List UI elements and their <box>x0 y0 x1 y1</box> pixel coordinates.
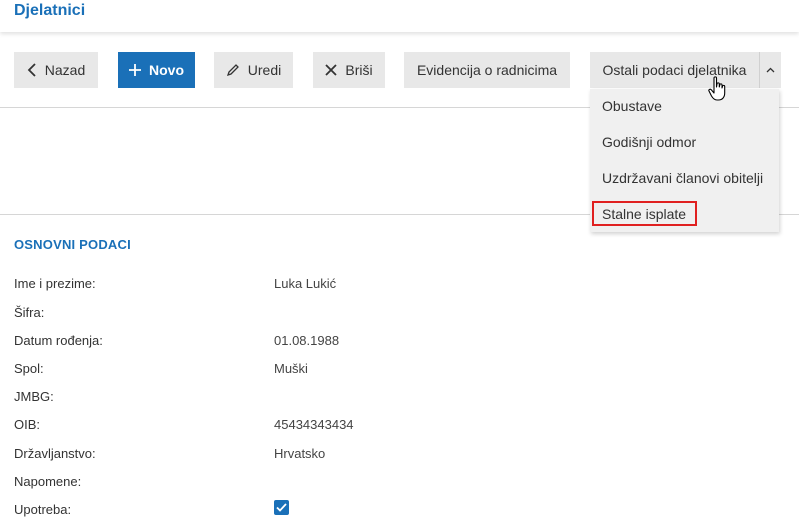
check-icon <box>276 503 287 512</box>
field-label: Upotreba: <box>14 502 72 517</box>
dropdown-item-godisnji-odmor[interactable]: Godišnji odmor <box>602 133 696 151</box>
pencil-icon <box>226 64 239 77</box>
new-button[interactable]: Novo <box>118 52 195 88</box>
page-header: Djelatnici <box>0 0 799 32</box>
employee-records-button[interactable]: Evidencija o radnicima <box>404 52 570 88</box>
chevron-left-icon <box>27 63 36 77</box>
plus-icon <box>129 64 141 76</box>
employee-records-label: Evidencija o radnicima <box>416 62 558 78</box>
field-label: Šifra: <box>14 305 45 320</box>
field-label: Spol: <box>14 361 44 376</box>
page-title: Djelatnici <box>14 2 86 19</box>
field-value: Luka Lukić <box>274 276 337 291</box>
chevron-up-icon <box>766 67 775 73</box>
field-label: OIB: <box>14 417 41 432</box>
dropdown-item-obustave[interactable]: Obustave <box>602 97 662 115</box>
highlight-box <box>592 201 697 226</box>
field-label: JMBG: <box>14 389 54 404</box>
field-value: Hrvatsko <box>274 446 326 461</box>
back-button[interactable]: Nazad <box>14 52 98 88</box>
edit-button-label: Uredi <box>247 62 282 78</box>
field-label: Datum rođenja: <box>14 333 103 348</box>
other-data-toggle[interactable] <box>759 52 781 88</box>
other-data-label: Ostali podaci djelatnika <box>602 62 747 78</box>
field-value: 45434343434 <box>274 417 354 432</box>
delete-button[interactable]: Briši <box>313 52 385 88</box>
field-label: Napomene: <box>14 474 82 489</box>
dropdown-item-uzdrzavani-clanovi[interactable]: Uzdržavani članovi obitelji <box>602 169 763 187</box>
field-value: 01.08.1988 <box>274 333 340 348</box>
back-button-label: Nazad <box>44 62 86 78</box>
toolbar: Nazad Novo Uredi Briši Evidencija o radn… <box>0 52 799 88</box>
section-title: OSNOVNI PODACI <box>14 237 131 252</box>
other-data-button[interactable]: Ostali podaci djelatnika <box>590 52 759 88</box>
edit-button[interactable]: Uredi <box>214 52 293 88</box>
upotreba-checkbox[interactable] <box>274 500 289 515</box>
field-label: Državljanstvo: <box>14 446 96 461</box>
delete-button-label: Briši <box>345 62 373 78</box>
field-value: Muški <box>274 361 308 376</box>
field-label: Ime i prezime: <box>14 276 96 291</box>
close-icon <box>325 64 338 76</box>
new-button-label: Novo <box>149 62 184 78</box>
